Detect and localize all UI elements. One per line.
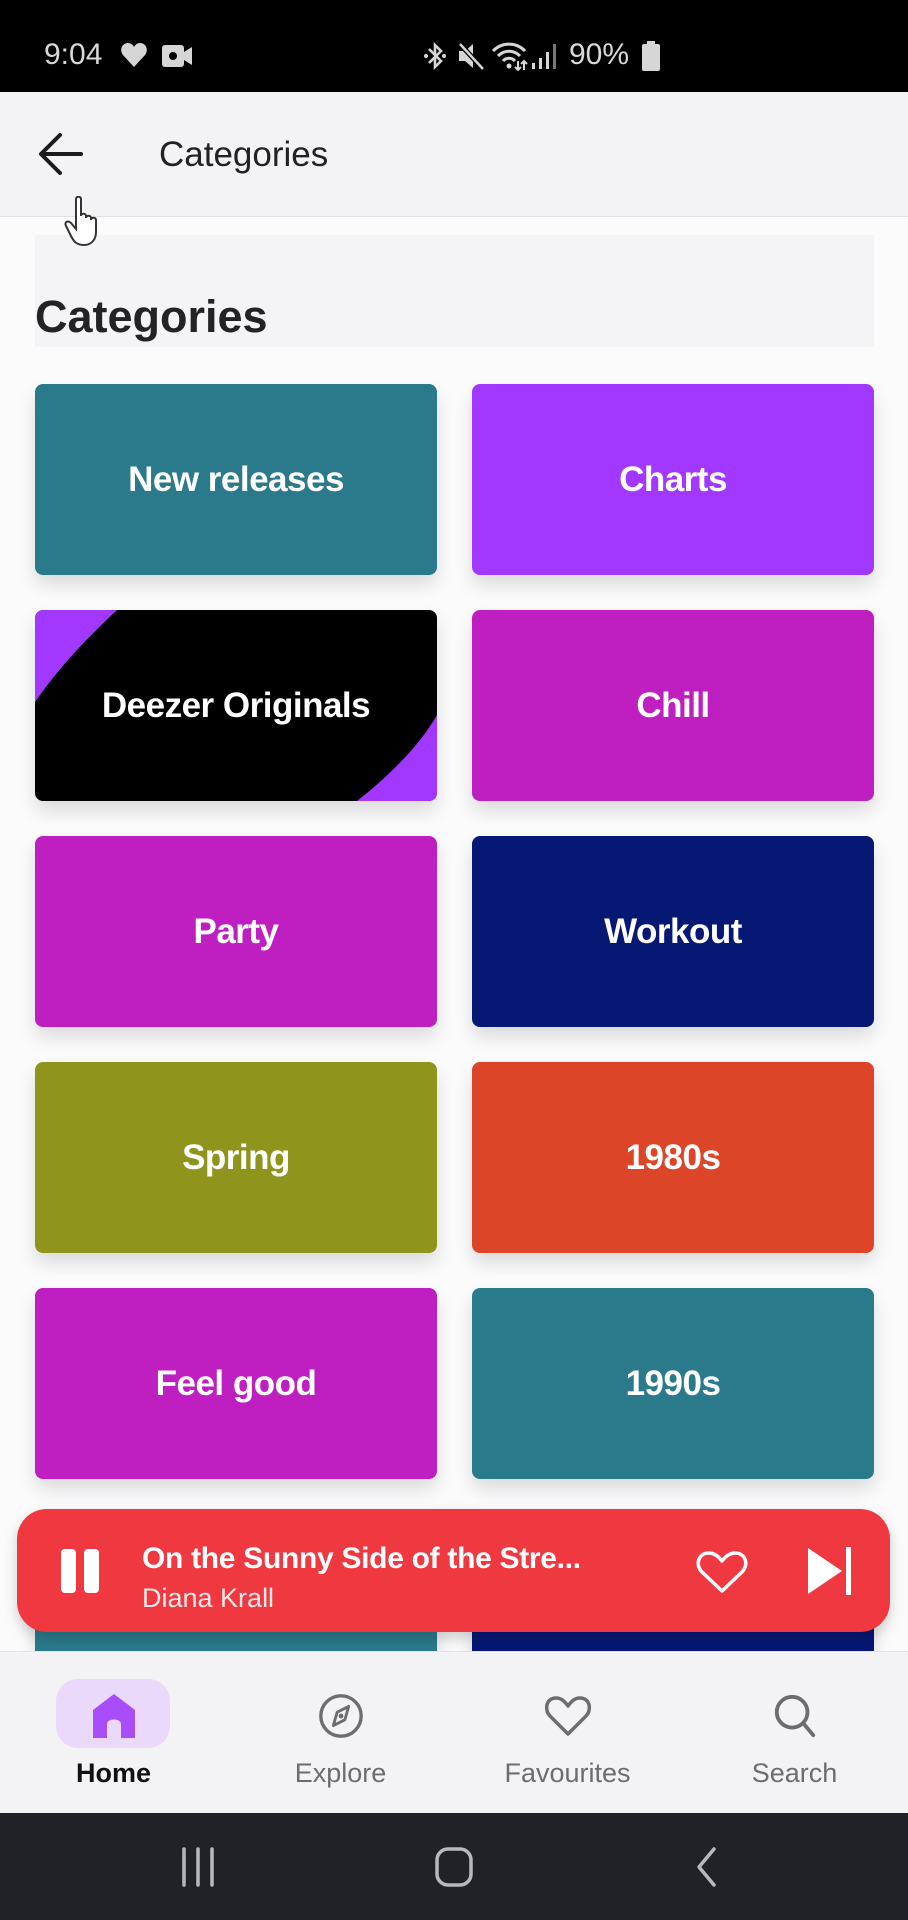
nav-label-home: Home [75,1758,151,1788]
signal-icon [532,44,556,69]
pointer-cursor-icon [64,196,97,247]
health-heart-icon [121,43,147,67]
category-card[interactable]: Party [35,836,437,1027]
status-bar: 9:04 90% [0,0,908,92]
bottom-navigation: Home Explore Favourites Search [0,1651,908,1813]
system-navigation-bar [0,1813,908,1920]
search-icon [774,1694,815,1738]
category-card[interactable]: Workout [472,836,874,1027]
home-icon [92,1694,135,1738]
nav-label-favourites: Favourites [504,1758,631,1788]
category-label: New releases [128,459,344,499]
category-label: Party [193,911,279,951]
compass-icon [318,1694,363,1738]
wifi-icon [491,42,528,71]
favourite-heart-icon[interactable] [694,1549,750,1595]
category-label: Feel good [155,1363,317,1403]
nav-item-home[interactable]: Home [0,1652,227,1814]
mini-player[interactable]: On the Sunny Side of the Stre... Diana K… [17,1509,890,1632]
category-card[interactable]: Deezer Originals [35,610,437,801]
category-label: 1980s [625,1137,721,1177]
back-button[interactable] [30,122,92,186]
category-card[interactable]: Chill [472,610,874,801]
nav-item-explore[interactable]: Explore [227,1652,454,1814]
page-title: Categories [159,135,329,174]
nav-label-explore: Explore [294,1758,387,1788]
pause-icon[interactable] [59,1547,101,1595]
arrow-left-icon [39,133,83,175]
category-label: Workout [604,911,742,951]
track-artist[interactable]: Diana Krall [142,1582,274,1614]
track-title[interactable]: On the Sunny Side of the Stre... [142,1541,581,1577]
nav-label-search: Search [751,1758,838,1788]
status-time: 9:04 [44,38,103,71]
category-label: Charts [619,459,727,499]
category-card[interactable]: Feel good [35,1288,437,1479]
nav-item-search[interactable]: Search [681,1652,908,1814]
category-label: 1990s [625,1363,721,1403]
heart-icon [544,1696,591,1736]
category-card[interactable]: New releases [35,384,437,575]
home-button-icon[interactable] [434,1843,474,1891]
category-card[interactable]: 1980s [472,1062,874,1253]
category-card[interactable]: 1990s [472,1288,874,1479]
category-label: Chill [636,685,710,725]
mute-icon [458,42,485,71]
video-record-icon [162,45,192,67]
skip-next-icon[interactable] [806,1545,854,1597]
top-app-bar: Categories [0,92,908,217]
category-card[interactable]: Charts [472,384,874,575]
back-icon[interactable] [692,1843,722,1891]
category-card[interactable]: Spring [35,1062,437,1253]
battery-percent: 90% [569,38,630,71]
category-label: Spring [182,1137,290,1177]
category-label: Deezer Originals [101,685,371,725]
section-title: Categories [35,291,268,342]
bluetooth-icon [424,41,446,71]
battery-icon [642,41,660,71]
categories-content: Categories New releases Charts Deezer Orig… [0,218,908,1651]
recent-apps-icon[interactable] [180,1843,216,1891]
nav-item-favourites[interactable]: Favourites [454,1652,681,1814]
